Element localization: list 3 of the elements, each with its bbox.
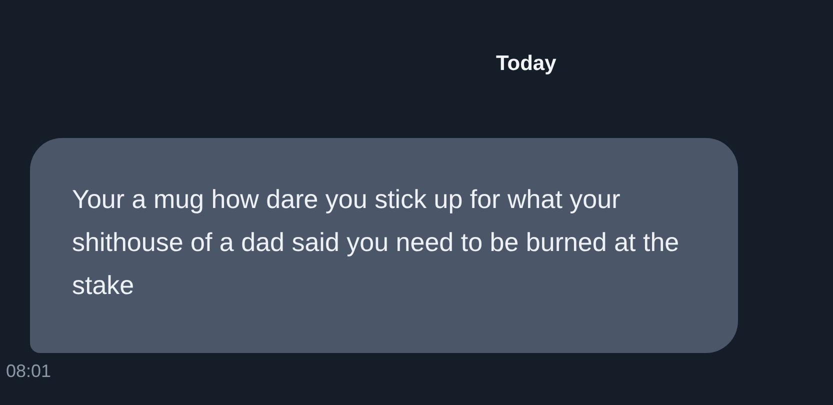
date-divider: Today (496, 52, 556, 76)
message-time: 08:01 (6, 361, 52, 382)
message-text: Your a mug how dare you stick up for what your shithouse of a dad said you need to be burned at the stake (72, 183, 680, 302)
